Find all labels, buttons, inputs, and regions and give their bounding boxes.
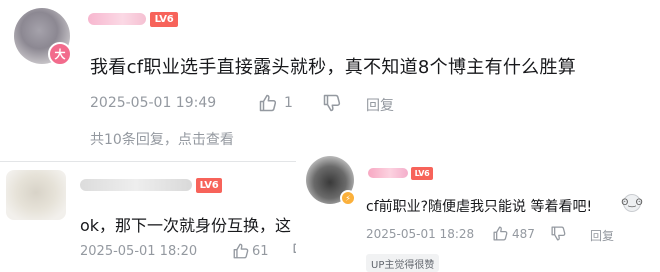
reply-timestamp: 2025-05-01 18:28 bbox=[366, 227, 475, 241]
lightning-icon: ⚡ bbox=[340, 190, 356, 206]
thumbs-up-icon[interactable] bbox=[492, 225, 509, 242]
emoji-icon: ʘ‿ʘ bbox=[621, 194, 643, 212]
comment1-like-count: 1 bbox=[284, 95, 293, 111]
comment1-level-badge: LV6 bbox=[150, 12, 178, 27]
reply-username[interactable] bbox=[368, 168, 408, 178]
reply-reply-button[interactable]: 回复 bbox=[590, 227, 614, 244]
comment1-avatar-badge: 大 bbox=[48, 42, 72, 66]
comment1-text: 我看cf职业选手直接露头就秒，真不知道8个博主有什么胜算 bbox=[90, 57, 577, 78]
up-liked-badge: UP主觉得很赞 bbox=[366, 254, 440, 272]
view-more-replies-link[interactable]: 共10条回复，点击查看 bbox=[90, 129, 234, 149]
thumbs-up-icon[interactable] bbox=[258, 93, 278, 113]
thumbs-up-icon[interactable] bbox=[232, 242, 250, 260]
comment1-timestamp: 2025-05-01 19:49 bbox=[90, 95, 217, 111]
comment2-avatar[interactable] bbox=[6, 170, 66, 220]
comment2-text: ok，那下一次就身份互换，这 bbox=[80, 216, 292, 235]
comment2-timestamp: 2025-05-01 18:20 bbox=[80, 244, 198, 259]
comment2-username[interactable] bbox=[80, 179, 192, 191]
comment-divider bbox=[0, 161, 296, 162]
reply-level-badge: LV6 bbox=[411, 167, 433, 180]
comment1-username[interactable] bbox=[88, 13, 146, 25]
reply-like-count: 487 bbox=[512, 227, 535, 241]
reply-text: cf前职业?随便虐我只能说 等着看吧! bbox=[366, 199, 593, 215]
comment2-level-badge: LV6 bbox=[196, 178, 222, 193]
comment1-reply-button[interactable]: 回复 bbox=[366, 95, 394, 115]
thumbs-down-icon[interactable] bbox=[550, 225, 567, 242]
comment2-like-count: 61 bbox=[252, 244, 269, 259]
thumbs-down-icon[interactable] bbox=[322, 93, 342, 113]
